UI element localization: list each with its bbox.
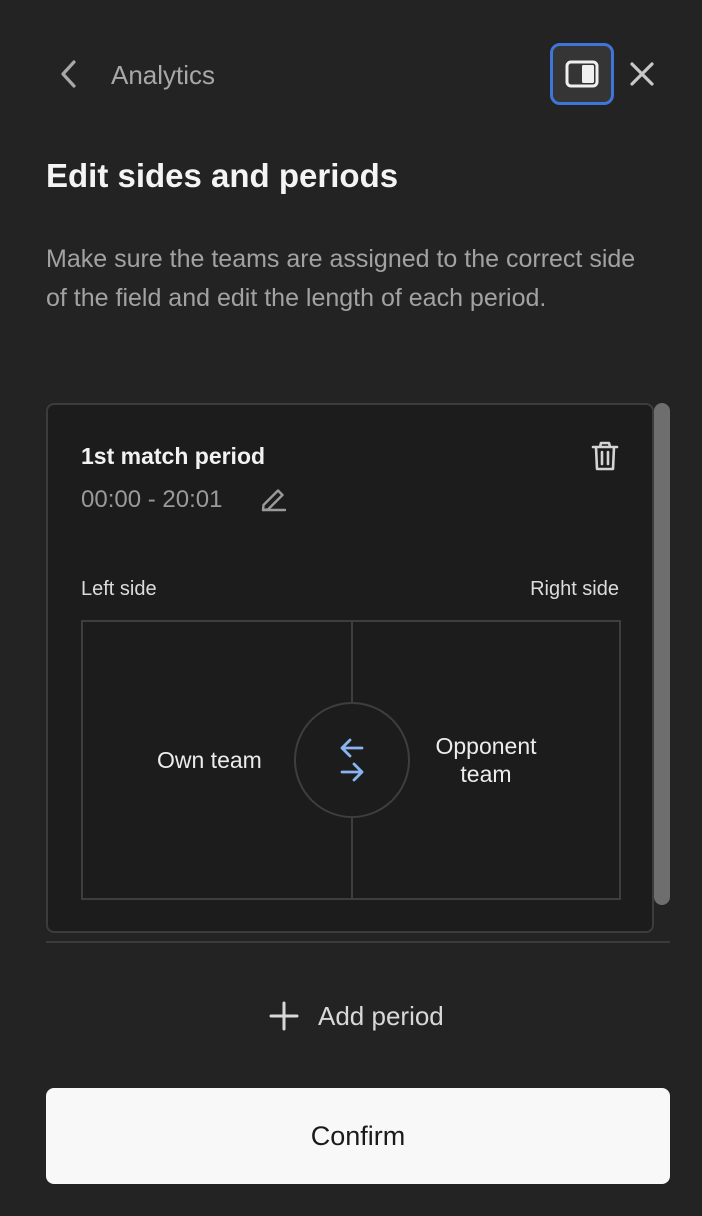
period-card: 1st match period 00:00 - 20:01 Left side…	[46, 403, 654, 933]
edit-period-time-button[interactable]	[257, 484, 289, 516]
swap-arrows-icon	[340, 738, 364, 782]
opponent-team-label: Opponent team	[435, 733, 537, 787]
close-icon	[630, 62, 654, 86]
chevron-left-icon	[61, 60, 76, 88]
header-title: Analytics	[111, 60, 216, 90]
plus-icon	[269, 1001, 299, 1031]
panel-toggle-button[interactable]	[550, 43, 614, 105]
field-diagram: Own team Opponent team	[81, 620, 621, 900]
confirm-button[interactable]: Confirm	[46, 1088, 670, 1184]
right-side-label: Right side	[530, 578, 619, 600]
page-title: Edit sides and periods	[46, 157, 399, 194]
add-period-button[interactable]: Add period	[268, 996, 444, 1036]
back-button[interactable]	[52, 56, 88, 92]
delete-period-button[interactable]	[588, 439, 622, 473]
pencil-icon	[261, 489, 287, 512]
edit-sides-panel: Analytics Edit sides and periods Make su…	[0, 0, 702, 1216]
scrollbar-thumb[interactable]	[654, 403, 670, 905]
page-description: Make sure the teams are assigned to the …	[46, 245, 636, 312]
trash-icon	[591, 441, 619, 471]
swap-sides-button[interactable]	[294, 702, 410, 818]
divider	[46, 941, 670, 943]
left-side-label: Left side	[81, 578, 157, 600]
period-time-range: 00:00 - 20:01	[81, 486, 223, 513]
close-button[interactable]	[626, 58, 658, 90]
panel-toggle-icon	[565, 60, 599, 88]
period-title: 1st match period	[81, 443, 266, 469]
panel-header: Analytics	[0, 0, 702, 150]
own-team-label: Own team	[157, 747, 262, 773]
add-period-label: Add period	[318, 1000, 444, 1031]
